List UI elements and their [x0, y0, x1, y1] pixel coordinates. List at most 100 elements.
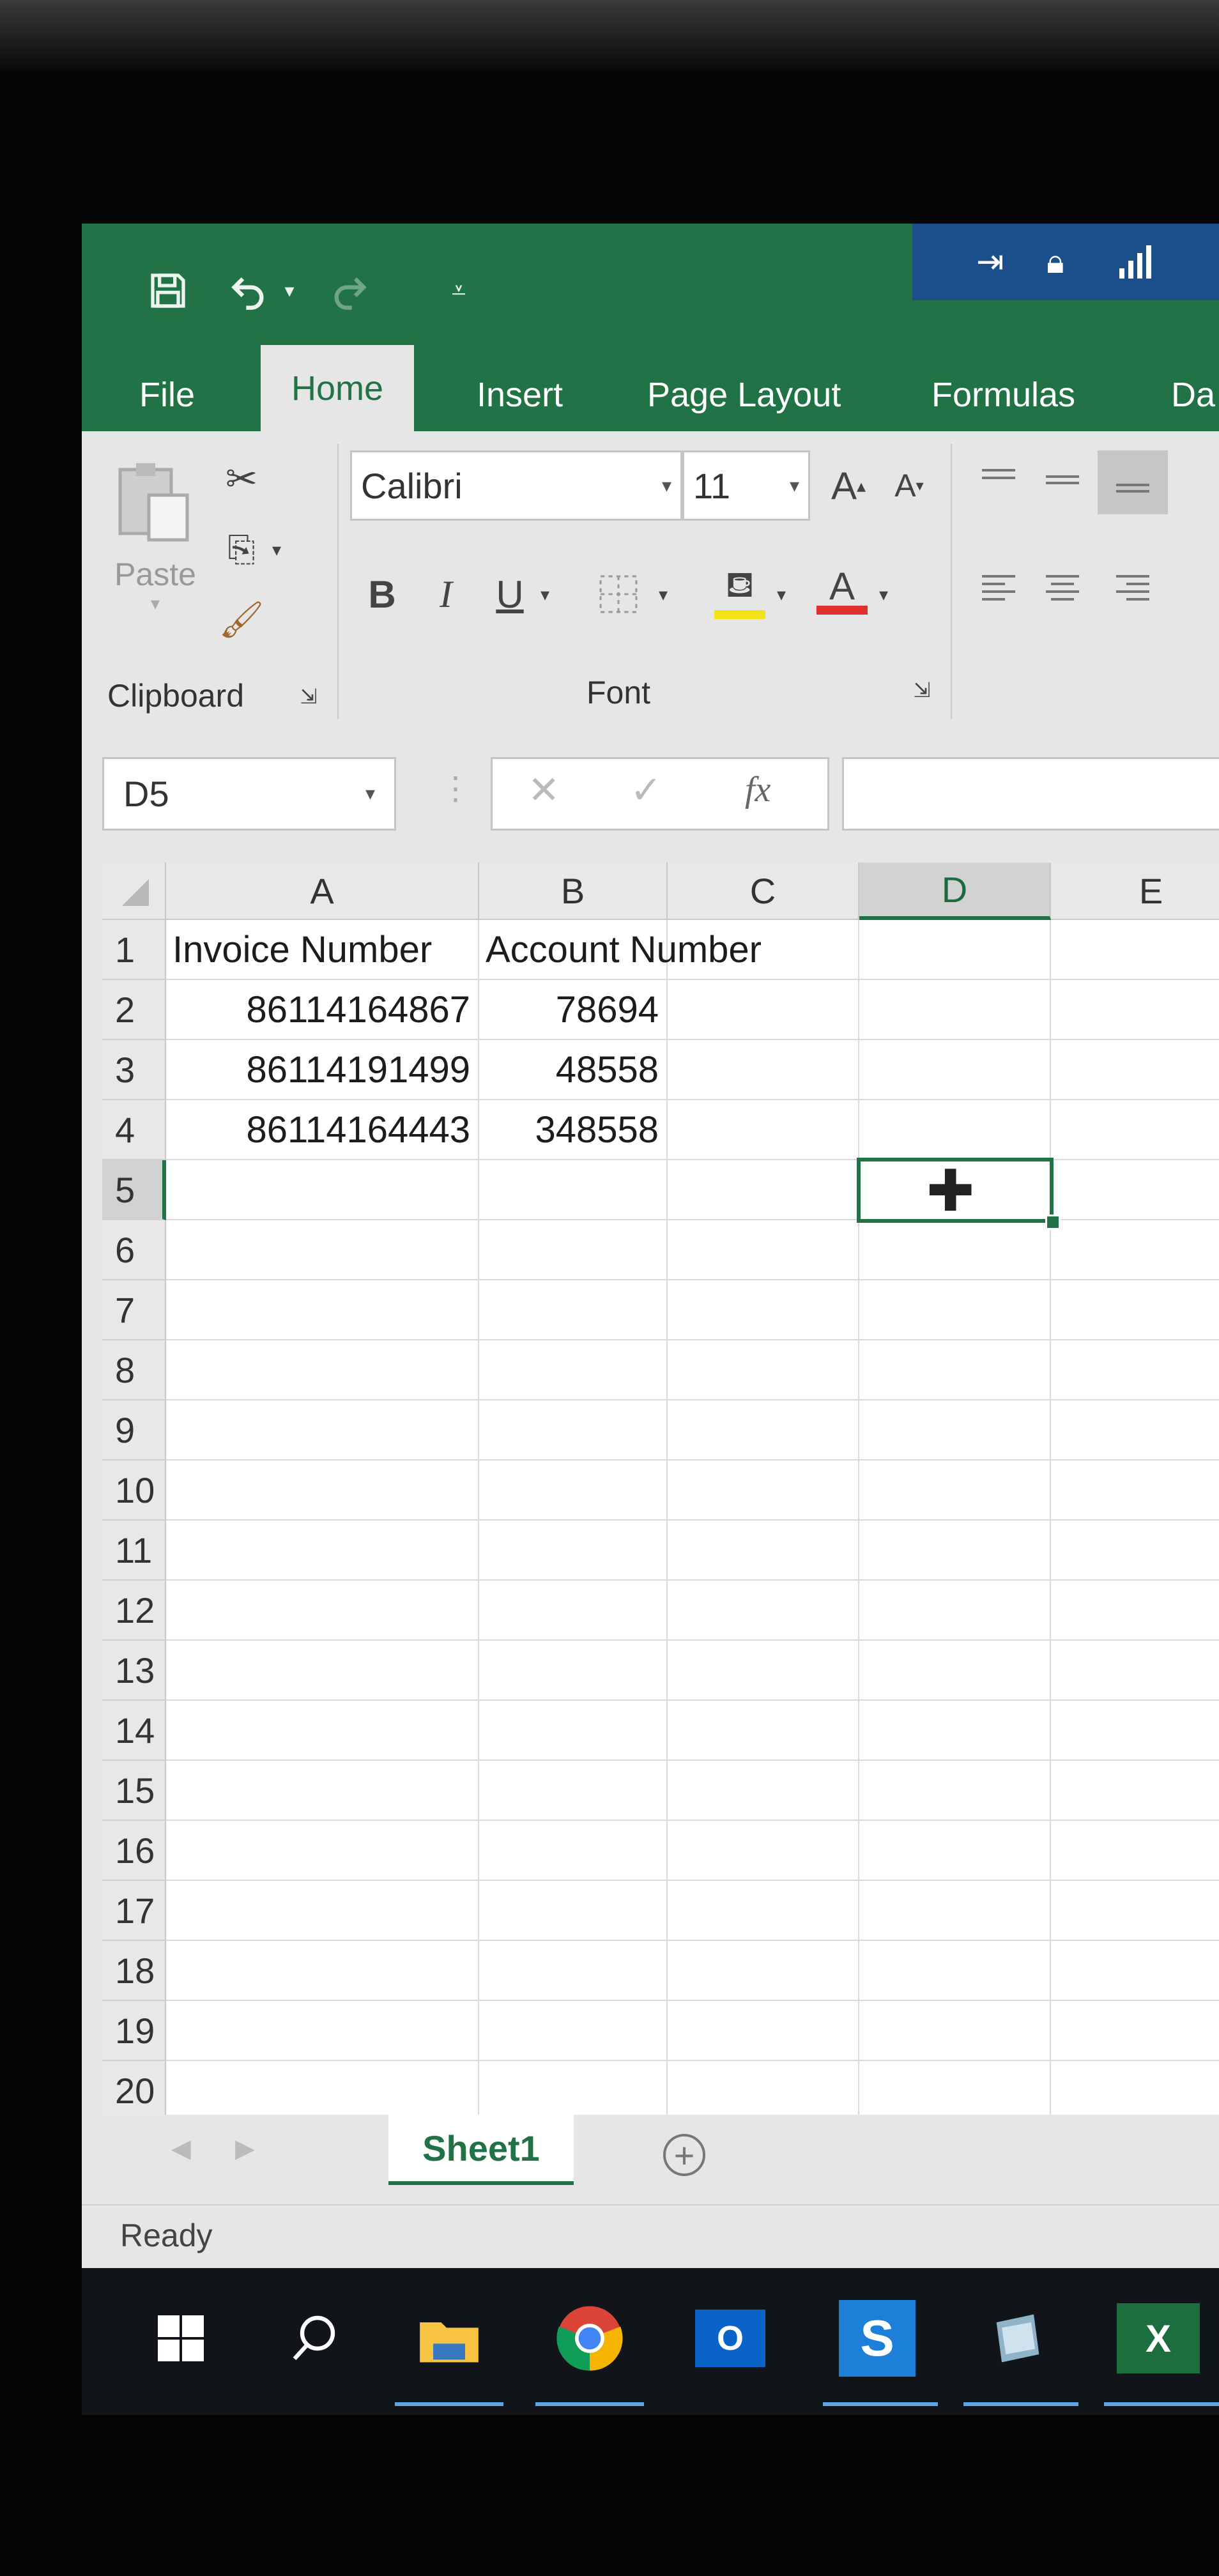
grid-cell[interactable] — [859, 1701, 1051, 1761]
notes-icon[interactable] — [976, 2297, 1059, 2380]
enter-icon[interactable]: ✓ — [630, 768, 662, 813]
row-header-17[interactable]: 17 — [102, 1881, 166, 1941]
cell-a2[interactable]: 86114164867 — [166, 980, 479, 1040]
grid-cell[interactable] — [1051, 1100, 1219, 1160]
cell-a4[interactable]: 86114164443 — [166, 1100, 479, 1160]
grid-cell[interactable] — [166, 1340, 479, 1400]
grid-cell[interactable] — [166, 2061, 479, 2121]
bottom-align-icon[interactable] — [1098, 450, 1168, 514]
grid-cell[interactable] — [1051, 980, 1219, 1040]
top-align-icon[interactable] — [970, 450, 1027, 508]
search-icon[interactable] — [273, 2297, 356, 2380]
select-all-corner[interactable] — [102, 862, 166, 920]
grid-cell[interactable] — [1051, 1941, 1219, 2001]
borders-dropdown-icon[interactable]: ▾ — [650, 559, 676, 629]
grid-cell[interactable] — [668, 2061, 859, 2121]
grid-cell[interactable] — [668, 1340, 859, 1400]
scroll-left-icon[interactable]: ◀ — [171, 2134, 191, 2163]
grid-cell[interactable] — [479, 1460, 668, 1521]
grid-cell[interactable] — [479, 2001, 668, 2061]
grid-cell[interactable] — [479, 2061, 668, 2121]
name-box[interactable]: D5 ▾ — [102, 757, 396, 831]
grid-cell[interactable] — [479, 1701, 668, 1761]
grid-cell[interactable] — [1051, 1280, 1219, 1340]
grid-cell[interactable] — [859, 2001, 1051, 2061]
worksheet-grid[interactable]: A B C D E 1 2 3 4 5 6 7 8 9 10 11 12 13 14 15 16 17 18 19 2… — [102, 862, 1219, 2134]
grid-cell[interactable] — [166, 1641, 479, 1701]
tab-data[interactable]: Da — [1171, 358, 1215, 431]
grid-cell[interactable] — [668, 1460, 859, 1521]
bold-button[interactable]: B — [356, 559, 408, 629]
grid-cell[interactable] — [166, 1821, 479, 1881]
row-header-3[interactable]: 3 — [102, 1040, 166, 1100]
grid-cell[interactable] — [859, 1400, 1051, 1460]
grid-cell[interactable] — [859, 1040, 1051, 1100]
italic-button[interactable]: I — [420, 559, 471, 629]
format-painter-icon[interactable]: 🖌︎ — [213, 591, 270, 648]
grid-cell[interactable] — [479, 1581, 668, 1641]
grid-cell[interactable] — [668, 1641, 859, 1701]
grid-cell[interactable] — [668, 1941, 859, 2001]
row-header-19[interactable]: 19 — [102, 2001, 166, 2061]
grid-cell[interactable] — [859, 1521, 1051, 1581]
insert-function-icon[interactable]: fx — [745, 769, 770, 810]
copy-icon[interactable]: ⎘ — [213, 521, 270, 578]
grid-cell[interactable] — [859, 1340, 1051, 1400]
font-name-box[interactable]: Calibri ▾ — [350, 450, 682, 521]
undo-icon[interactable] — [222, 268, 273, 313]
row-header-15[interactable]: 15 — [102, 1761, 166, 1821]
row-header-1[interactable]: 1 — [102, 920, 166, 980]
font-size-box[interactable]: 11 ▾ — [682, 450, 810, 521]
font-color-dropdown-icon[interactable]: ▾ — [871, 559, 896, 629]
grid-cell[interactable] — [1051, 1821, 1219, 1881]
tab-home[interactable]: Home — [261, 345, 415, 431]
grid-cell[interactable] — [1051, 1521, 1219, 1581]
grid-cell[interactable] — [166, 1881, 479, 1941]
formula-input[interactable] — [842, 757, 1219, 831]
cell-b3[interactable]: 48558 — [479, 1040, 668, 1100]
chrome-icon[interactable] — [548, 2297, 631, 2380]
borders-icon[interactable] — [586, 559, 650, 629]
font-launcher-icon[interactable]: ⇲ — [906, 674, 938, 706]
tab-page-layout[interactable]: Page Layout — [647, 358, 841, 431]
grid-cell[interactable] — [1051, 1581, 1219, 1641]
grid-cell[interactable] — [668, 1701, 859, 1761]
grid-cell[interactable] — [166, 1521, 479, 1581]
fill-color-dropdown-icon[interactable]: ▾ — [769, 559, 794, 629]
grid-cell[interactable] — [1051, 1220, 1219, 1280]
outlook-icon[interactable]: O — [689, 2297, 772, 2380]
grid-cell[interactable] — [1051, 1701, 1219, 1761]
grid-cell[interactable] — [668, 1220, 859, 1280]
grid-cell[interactable] — [479, 1881, 668, 1941]
grid-cell[interactable] — [668, 1040, 859, 1100]
cancel-icon[interactable]: ✕ — [528, 768, 560, 813]
grid-cell[interactable] — [1051, 1400, 1219, 1460]
grid-cell[interactable] — [479, 1340, 668, 1400]
grid-cell[interactable] — [1051, 920, 1219, 980]
clipboard-launcher-icon[interactable]: ⇲ — [293, 680, 325, 712]
paste-button[interactable]: Paste ▾ — [107, 457, 203, 636]
grid-cell[interactable] — [668, 1100, 859, 1160]
cell-a1[interactable]: Invoice Number — [166, 920, 479, 980]
align-left-icon[interactable] — [970, 559, 1027, 617]
cut-icon[interactable]: ✂ — [213, 450, 270, 508]
grid-cell[interactable] — [859, 1821, 1051, 1881]
middle-align-icon[interactable] — [1034, 450, 1091, 508]
decrease-font-size-icon[interactable]: A ▾ — [884, 450, 935, 521]
grid-cell[interactable] — [668, 980, 859, 1040]
grid-cell[interactable] — [668, 1581, 859, 1641]
grid-cell[interactable] — [166, 1701, 479, 1761]
align-right-icon[interactable] — [1104, 559, 1162, 617]
grid-cell[interactable] — [479, 1400, 668, 1460]
font-name-dropdown-icon[interactable]: ▾ — [662, 475, 671, 497]
grid-cell[interactable] — [166, 1460, 479, 1521]
cell-b2[interactable]: 78694 — [479, 980, 668, 1040]
row-header-12[interactable]: 12 — [102, 1581, 166, 1641]
grid-cell[interactable] — [859, 1941, 1051, 2001]
grid-cell[interactable] — [668, 1521, 859, 1581]
undo-dropdown-icon[interactable]: ▾ — [280, 268, 299, 313]
row-header-2[interactable]: 2 — [102, 980, 166, 1040]
underline-dropdown-icon[interactable]: ▾ — [532, 559, 558, 629]
grid-cell[interactable] — [668, 1821, 859, 1881]
grid-cell[interactable] — [166, 1280, 479, 1340]
